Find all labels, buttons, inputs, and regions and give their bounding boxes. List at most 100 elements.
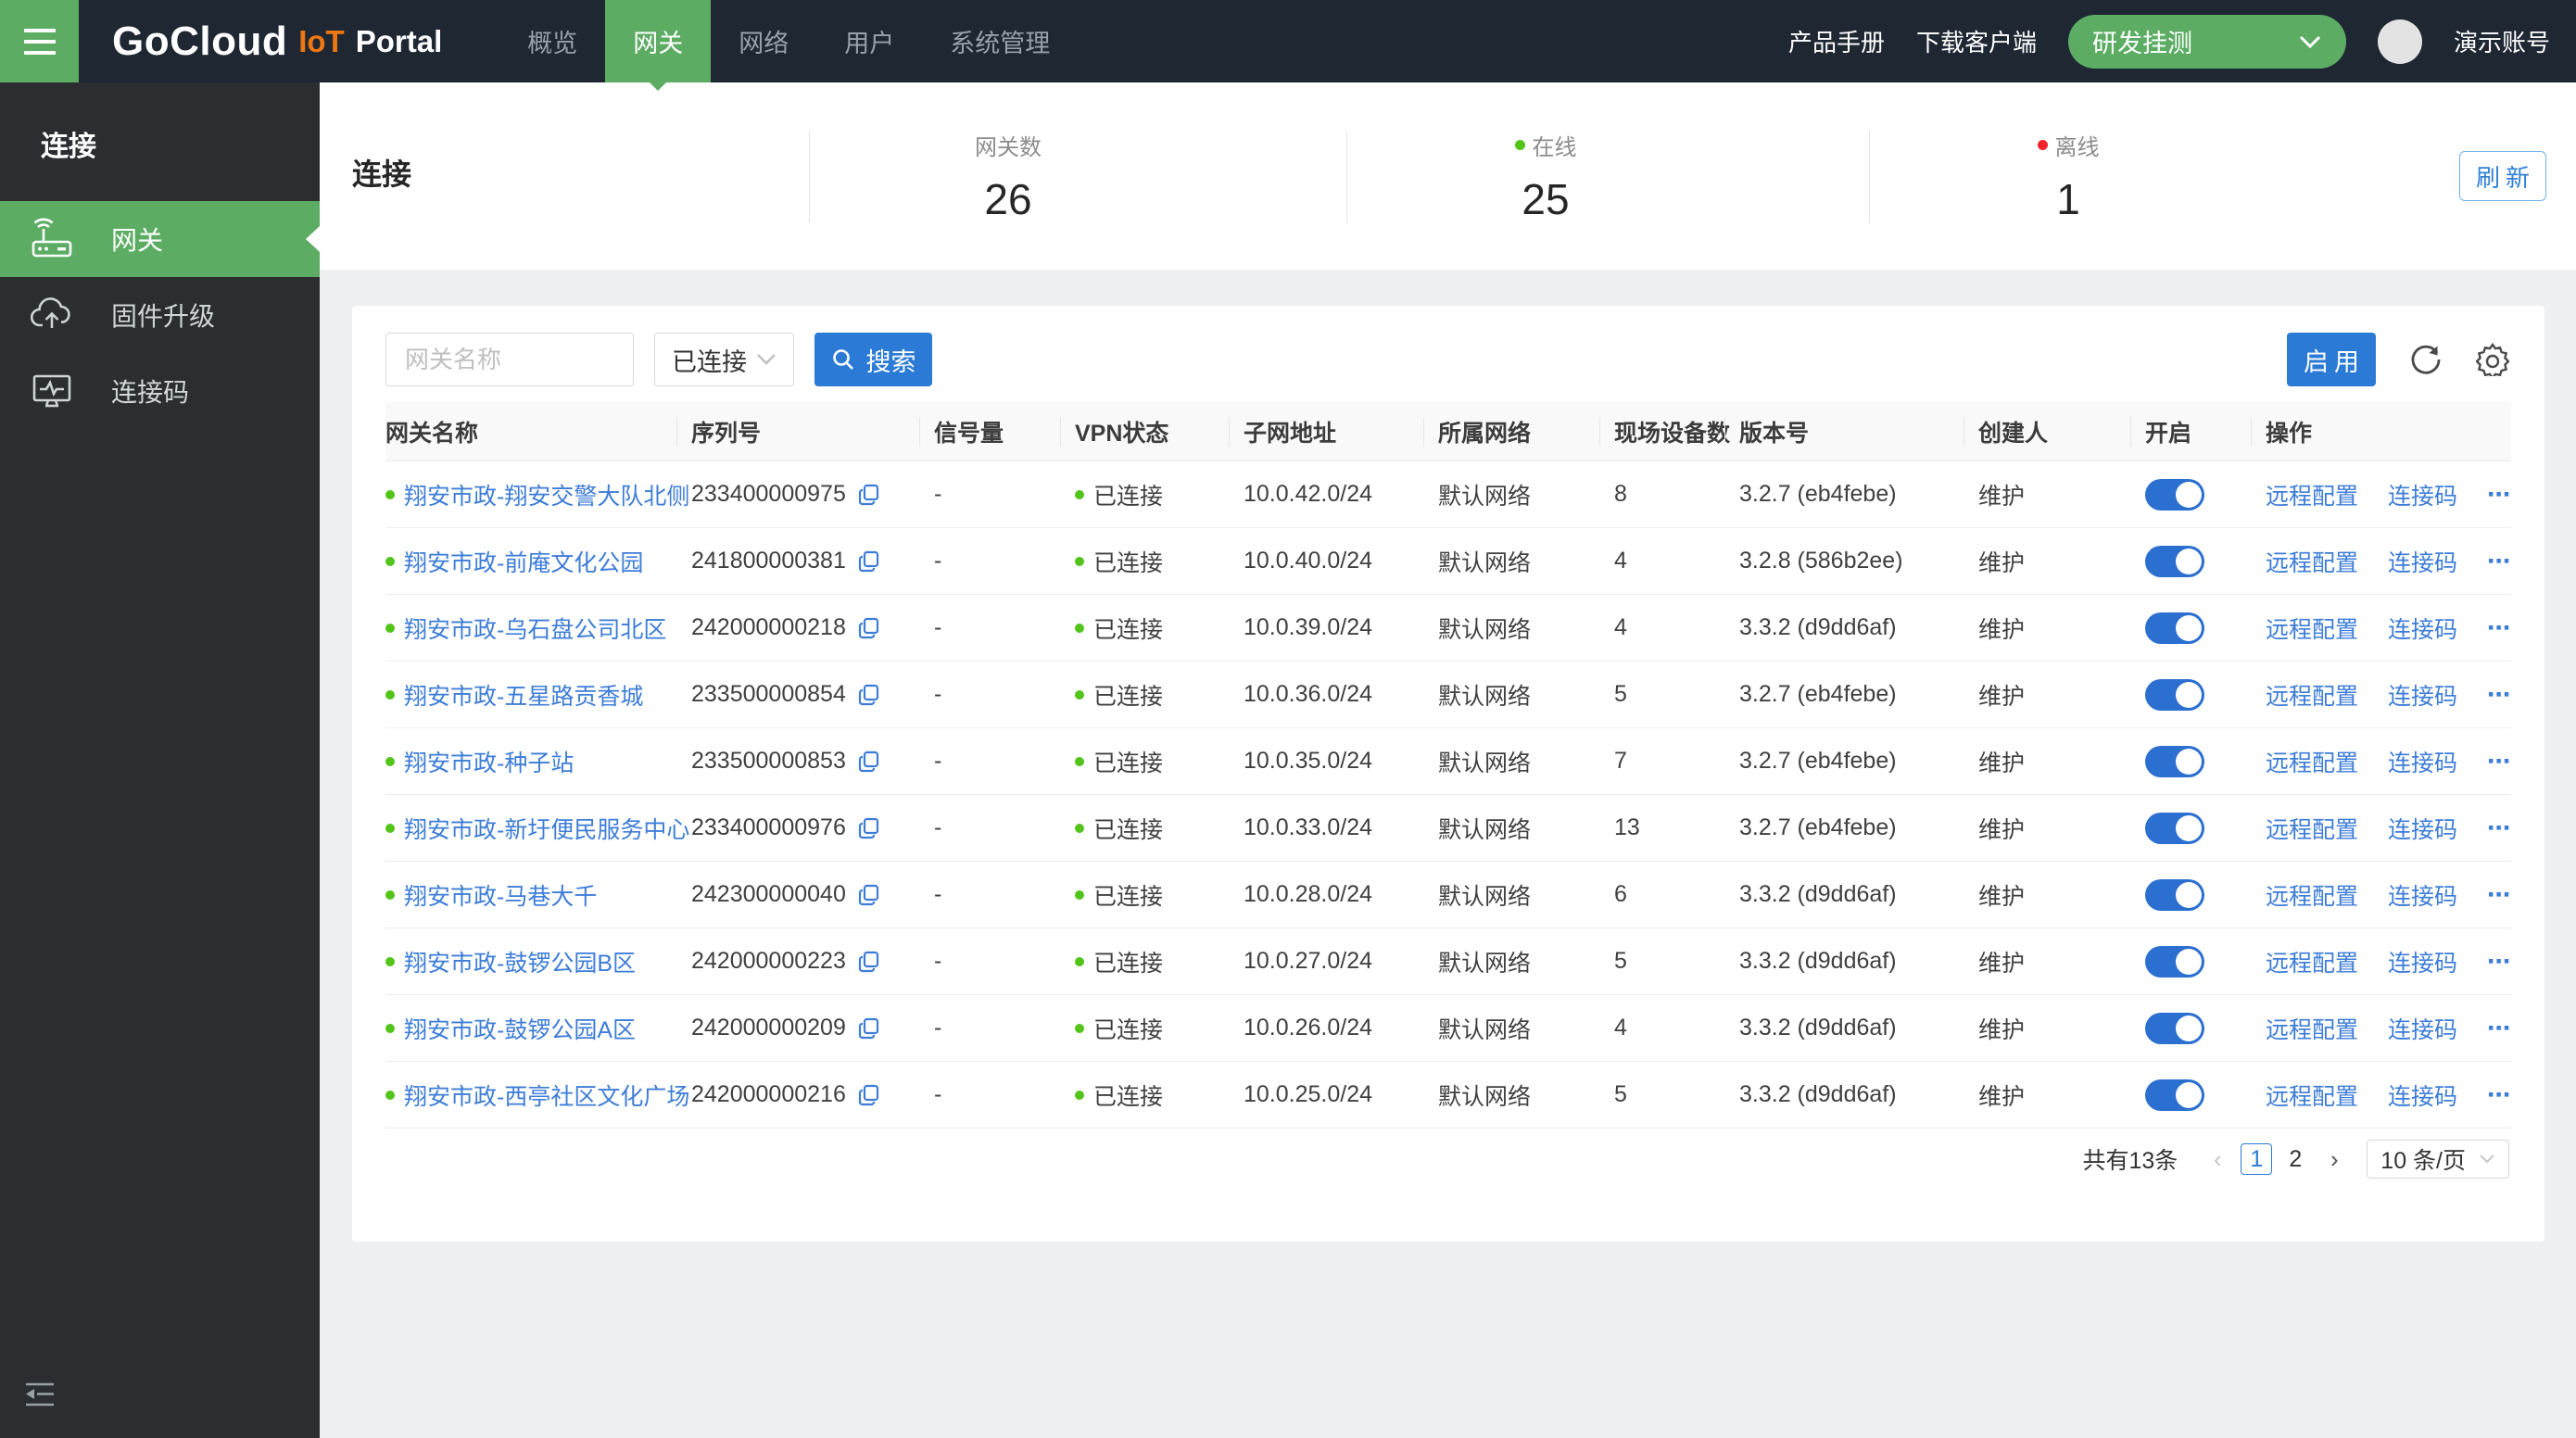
gateway-name-link[interactable]: 翔安市政-鼓锣公园A区 xyxy=(404,1012,636,1045)
connect-code-link[interactable]: 连接码 xyxy=(2388,1078,2457,1112)
hamburger-menu-icon[interactable] xyxy=(0,0,79,82)
copy-icon[interactable] xyxy=(857,1083,881,1107)
enable-toggle[interactable] xyxy=(2145,679,2204,711)
copy-icon[interactable] xyxy=(857,549,881,574)
connect-code-link[interactable]: 连接码 xyxy=(2388,1012,2457,1045)
gear-icon[interactable] xyxy=(2476,343,2509,376)
search-input[interactable] xyxy=(385,333,634,386)
remote-config-link[interactable]: 远程配置 xyxy=(2266,878,2358,912)
connect-code-link[interactable]: 连接码 xyxy=(2388,745,2457,778)
more-actions-icon[interactable]: ⋯ xyxy=(2487,1015,2512,1042)
refresh-button[interactable]: 刷新 xyxy=(2459,151,2546,201)
page-title: 连接 xyxy=(352,151,411,194)
header-right: 产品手册 下载客户端 研发挂测 演示账号 xyxy=(1788,0,2576,82)
gateway-name-link[interactable]: 翔安市政-新圩便民服务中心 xyxy=(404,812,689,845)
sidebar-item-firmware-upgrade[interactable]: 固件升级 xyxy=(0,277,320,353)
table-row: 翔安市政-马巷大千 242300000040 - 已连接 10.0.28.0/2… xyxy=(385,862,2511,928)
more-actions-icon[interactable]: ⋯ xyxy=(2487,548,2512,575)
tab-network[interactable]: 网络 xyxy=(711,0,816,82)
subnet-address: 10.0.33.0/24 xyxy=(1244,814,1438,841)
connect-code-link[interactable]: 连接码 xyxy=(2388,545,2457,578)
col-header: 序列号 xyxy=(691,415,934,448)
sidebar-collapse-icon[interactable] xyxy=(24,1381,56,1412)
environment-select[interactable]: 研发挂测 xyxy=(2068,15,2346,69)
copy-icon[interactable] xyxy=(857,616,881,640)
more-actions-icon[interactable]: ⋯ xyxy=(2487,748,2512,776)
gateway-name-link[interactable]: 翔安市政-鼓锣公园B区 xyxy=(404,945,636,978)
col-header: 信号量 xyxy=(934,415,1075,448)
product-manual-link[interactable]: 产品手册 xyxy=(1788,24,1885,58)
more-actions-icon[interactable]: ⋯ xyxy=(2487,481,2512,509)
gateway-name-link[interactable]: 翔安市政-种子站 xyxy=(404,745,574,778)
copy-icon[interactable] xyxy=(857,883,881,907)
tab-overview[interactable]: 概览 xyxy=(499,0,605,82)
prev-page-icon[interactable]: ‹ xyxy=(2202,1145,2233,1174)
connect-code-link[interactable]: 连接码 xyxy=(2388,945,2457,978)
download-client-link[interactable]: 下载客户端 xyxy=(1916,24,2037,58)
status-select[interactable]: 已连接 xyxy=(654,333,794,386)
remote-config-link[interactable]: 远程配置 xyxy=(2266,1078,2358,1112)
network-name: 默认网络 xyxy=(1438,878,1614,912)
gateway-name-link[interactable]: 翔安市政-乌石盘公司北区 xyxy=(404,612,666,645)
gateway-name-link[interactable]: 翔安市政-翔安交警大队北侧 xyxy=(404,478,689,511)
enable-toggle[interactable] xyxy=(2145,946,2204,978)
page-button-1[interactable]: 1 xyxy=(2241,1143,2272,1175)
sidebar-item-label: 网关 xyxy=(111,221,163,258)
more-actions-icon[interactable]: ⋯ xyxy=(2487,948,2512,976)
remote-config-link[interactable]: 远程配置 xyxy=(2266,1012,2358,1045)
remote-config-link[interactable]: 远程配置 xyxy=(2266,812,2358,845)
more-actions-icon[interactable]: ⋯ xyxy=(2487,614,2512,642)
connect-code-link[interactable]: 连接码 xyxy=(2388,678,2457,712)
copy-icon[interactable] xyxy=(857,683,881,707)
enable-toggle[interactable] xyxy=(2145,479,2204,511)
connect-code-link[interactable]: 连接码 xyxy=(2388,812,2457,845)
page-button-2[interactable]: 2 xyxy=(2279,1143,2311,1175)
enable-toggle[interactable] xyxy=(2145,813,2204,844)
copy-icon[interactable] xyxy=(857,816,881,840)
enable-toggle[interactable] xyxy=(2145,879,2204,911)
more-actions-icon[interactable]: ⋯ xyxy=(2487,814,2512,842)
offline-dot xyxy=(2038,140,2048,150)
enable-toggle[interactable] xyxy=(2145,746,2204,777)
avatar[interactable] xyxy=(2378,19,2422,64)
connect-code-link[interactable]: 连接码 xyxy=(2388,612,2457,645)
remote-config-link[interactable]: 远程配置 xyxy=(2266,945,2358,978)
stat-label: 网关数 xyxy=(975,129,1042,161)
remote-config-link[interactable]: 远程配置 xyxy=(2266,478,2358,511)
remote-config-link[interactable]: 远程配置 xyxy=(2266,612,2358,645)
search-button[interactable]: 搜索 xyxy=(814,333,932,386)
gateway-name-link[interactable]: 翔安市政-马巷大千 xyxy=(404,878,597,912)
remote-config-link[interactable]: 远程配置 xyxy=(2266,678,2358,712)
more-actions-icon[interactable]: ⋯ xyxy=(2487,1081,2512,1109)
more-actions-icon[interactable]: ⋯ xyxy=(2487,681,2512,709)
copy-icon[interactable] xyxy=(857,483,881,507)
copy-icon[interactable] xyxy=(857,1016,881,1041)
next-page-icon[interactable]: › xyxy=(2318,1145,2350,1174)
connect-code-link[interactable]: 连接码 xyxy=(2388,478,2457,511)
connect-code-link[interactable]: 连接码 xyxy=(2388,878,2457,912)
creator: 维护 xyxy=(1978,478,2145,511)
col-header: 创建人 xyxy=(1978,415,2145,448)
tab-user[interactable]: 用户 xyxy=(816,0,922,82)
tab-system-admin[interactable]: 系统管理 xyxy=(922,0,1078,82)
gateway-name-link[interactable]: 翔安市政-五星路贡香城 xyxy=(404,678,643,712)
gateway-name-link[interactable]: 翔安市政-西亭社区文化广场 xyxy=(404,1078,689,1112)
reload-icon[interactable] xyxy=(2409,343,2443,376)
gateway-table-card: 已连接 搜索 启用 网关名称 序列号 信号量 VPN状态 子网地址 所属网络 现… xyxy=(352,306,2544,1242)
remote-config-link[interactable]: 远程配置 xyxy=(2266,545,2358,578)
enable-toggle[interactable] xyxy=(2145,1013,2204,1044)
page-size-select[interactable]: 10 条/页 xyxy=(2367,1140,2509,1179)
gateway-name-link[interactable]: 翔安市政-前庵文化公园 xyxy=(404,545,643,578)
sidebar-item-gateway[interactable]: 网关 xyxy=(0,201,320,277)
enable-toggle[interactable] xyxy=(2145,546,2204,577)
remote-config-link[interactable]: 远程配置 xyxy=(2266,745,2358,778)
enable-toggle[interactable] xyxy=(2145,612,2204,644)
copy-icon[interactable] xyxy=(857,750,881,774)
copy-icon[interactable] xyxy=(857,950,881,974)
signal-value: - xyxy=(934,548,1075,574)
enable-toggle[interactable] xyxy=(2145,1079,2204,1111)
sidebar-item-connect-code[interactable]: 连接码 xyxy=(0,353,320,429)
more-actions-icon[interactable]: ⋯ xyxy=(2487,881,2512,909)
tab-gateway[interactable]: 网关 xyxy=(605,0,711,82)
enable-button[interactable]: 启用 xyxy=(2287,333,2376,386)
